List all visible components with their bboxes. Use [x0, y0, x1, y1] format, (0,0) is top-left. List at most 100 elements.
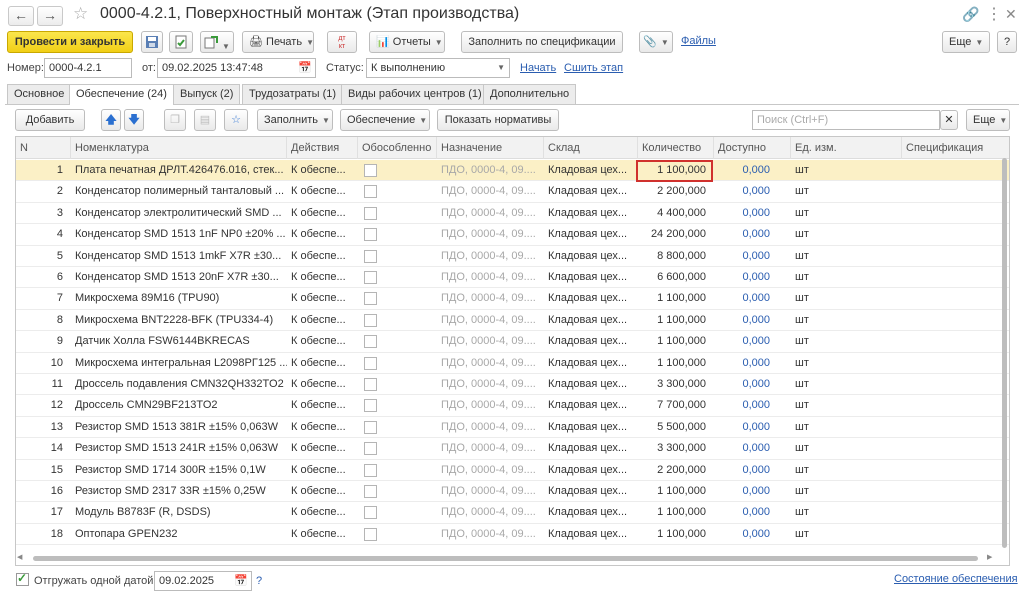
row-separate[interactable]: [358, 353, 437, 374]
row-number[interactable]: 17: [16, 502, 67, 523]
row-nomenclature[interactable]: Дроссель подавления CMN32QH332TO2: [71, 374, 287, 395]
row-unit[interactable]: шт: [791, 331, 902, 352]
row-available[interactable]: 0,000: [714, 438, 774, 459]
calendar-icon[interactable]: 📅: [298, 59, 312, 77]
row-unit[interactable]: шт: [791, 502, 902, 523]
row-separate[interactable]: [358, 288, 437, 309]
separate-checkbox[interactable]: [364, 485, 377, 498]
tab-additional[interactable]: Дополнительно: [483, 84, 577, 104]
table-row[interactable]: 17 Модуль B8783F (R, DSDS) К обеспе... ПДО,…: [16, 502, 1009, 524]
link-icon[interactable]: 🔗: [962, 6, 979, 23]
col-destination[interactable]: Назначение: [437, 137, 544, 159]
row-specification[interactable]: [902, 502, 1009, 523]
row-quantity[interactable]: 6 600,000: [638, 267, 710, 288]
table-row[interactable]: 16 Резистор SMD 2317 33R ±15% 0,25W К обес…: [16, 481, 1009, 503]
row-warehouse[interactable]: Кладовая цех...: [544, 524, 638, 545]
row-destination[interactable]: ПДО, 0000-4, 09....: [437, 502, 544, 523]
row-number[interactable]: 6: [16, 267, 67, 288]
fill-by-spec-button[interactable]: Заполнить по спецификации: [461, 31, 623, 53]
row-nomenclature[interactable]: Конденсатор SMD 1513 1mkF X7R ±30...: [71, 246, 287, 267]
row-action[interactable]: К обеспе...: [287, 524, 358, 545]
row-specification[interactable]: [902, 374, 1009, 395]
row-unit[interactable]: шт: [791, 160, 902, 181]
row-number[interactable]: 9: [16, 331, 67, 352]
row-quantity[interactable]: 1 100,000: [638, 331, 710, 352]
col-quantity[interactable]: Количество: [638, 137, 714, 159]
copy-button[interactable]: ❐: [164, 109, 186, 131]
row-available[interactable]: 0,000: [714, 288, 774, 309]
row-unit[interactable]: шт: [791, 481, 902, 502]
start-link[interactable]: Начать: [520, 62, 556, 74]
tab-work-centers[interactable]: Виды рабочих центров (1): [341, 84, 489, 104]
table-row[interactable]: 10 Микросхема интегральная L2098РГ125 ...…: [16, 353, 1009, 374]
row-quantity[interactable]: 1 100,000: [638, 288, 710, 309]
row-specification[interactable]: [902, 288, 1009, 309]
col-actions[interactable]: Действия: [287, 137, 358, 159]
row-warehouse[interactable]: Кладовая цех...: [544, 224, 638, 245]
show-norms-button[interactable]: Показать нормативы: [437, 109, 559, 131]
row-warehouse[interactable]: Кладовая цех...: [544, 267, 638, 288]
clear-search-button[interactable]: ✕: [940, 110, 958, 130]
row-quantity[interactable]: 1 100,000: [638, 353, 710, 374]
row-warehouse[interactable]: Кладовая цех...: [544, 417, 638, 438]
row-available[interactable]: 0,000: [714, 203, 774, 224]
row-unit[interactable]: шт: [791, 288, 902, 309]
row-warehouse[interactable]: Кладовая цех...: [544, 460, 638, 481]
row-destination[interactable]: ПДО, 0000-4, 09....: [437, 460, 544, 481]
row-action[interactable]: К обеспе...: [287, 224, 358, 245]
row-quantity[interactable]: 3 300,000: [638, 438, 710, 459]
attach-button[interactable]: 📎 ▼: [639, 31, 673, 53]
help-button[interactable]: ?: [997, 31, 1017, 53]
row-warehouse[interactable]: Кладовая цех...: [544, 502, 638, 523]
row-unit[interactable]: шт: [791, 353, 902, 374]
row-number[interactable]: 15: [16, 460, 67, 481]
table-row[interactable]: 15 Резистор SMD 1714 300R ±15% 0,1W К обес…: [16, 460, 1009, 481]
row-unit[interactable]: шт: [791, 310, 902, 331]
vertical-scrollbar[interactable]: [1001, 158, 1009, 550]
row-action[interactable]: К обеспе...: [287, 181, 358, 202]
row-available[interactable]: 0,000: [714, 417, 774, 438]
separate-checkbox[interactable]: [364, 164, 377, 177]
separate-checkbox[interactable]: [364, 228, 377, 242]
row-available[interactable]: 0,000: [714, 181, 774, 202]
row-warehouse[interactable]: Кладовая цех...: [544, 438, 638, 459]
row-action[interactable]: К обеспе...: [287, 438, 358, 459]
separate-checkbox[interactable]: [364, 399, 377, 413]
row-unit[interactable]: шт: [791, 524, 902, 545]
row-number[interactable]: 4: [16, 224, 67, 245]
vertical-scroll-thumb[interactable]: [1002, 158, 1007, 548]
horizontal-scroll-thumb[interactable]: [33, 556, 978, 561]
row-available[interactable]: 0,000: [714, 331, 774, 352]
row-available[interactable]: 0,000: [714, 246, 774, 267]
split-stage-link[interactable]: Сшить этап: [564, 62, 623, 74]
col-separate[interactable]: Обособленно: [358, 137, 437, 159]
row-nomenclature[interactable]: Резистор SMD 1513 381R ±15% 0,063W: [71, 417, 287, 438]
row-warehouse[interactable]: Кладовая цех...: [544, 181, 638, 202]
separate-checkbox[interactable]: [364, 292, 377, 306]
row-destination[interactable]: ПДО, 0000-4, 09....: [437, 374, 544, 395]
row-warehouse[interactable]: Кладовая цех...: [544, 395, 638, 416]
table-row[interactable]: 13 Резистор SMD 1513 381R ±15% 0,063W К об…: [16, 417, 1009, 439]
row-specification[interactable]: [902, 353, 1009, 374]
row-specification[interactable]: [902, 267, 1009, 288]
row-action[interactable]: К обеспе...: [287, 310, 358, 331]
row-quantity[interactable]: 3 300,000: [638, 374, 710, 395]
row-action[interactable]: К обеспе...: [287, 288, 358, 309]
row-quantity[interactable]: 2 200,000: [638, 181, 710, 202]
row-specification[interactable]: [902, 181, 1009, 202]
dt-kt-button[interactable]: дт кт: [327, 31, 357, 53]
col-unit[interactable]: Ед. изм.: [791, 137, 902, 159]
separate-checkbox[interactable]: [364, 313, 377, 327]
row-nomenclature[interactable]: Дроссель CMN29BF213TO2: [71, 395, 287, 416]
row-destination[interactable]: ПДО, 0000-4, 09....: [437, 353, 544, 374]
row-warehouse[interactable]: Кладовая цех...: [544, 288, 638, 309]
row-separate[interactable]: [358, 310, 437, 331]
row-nomenclature[interactable]: Модуль B8783F (R, DSDS): [71, 502, 287, 523]
row-available[interactable]: 0,000: [714, 310, 774, 331]
row-unit[interactable]: шт: [791, 224, 902, 245]
row-available[interactable]: 0,000: [714, 395, 774, 416]
row-warehouse[interactable]: Кладовая цех...: [544, 374, 638, 395]
row-warehouse[interactable]: Кладовая цех...: [544, 331, 638, 352]
provision-status-link[interactable]: Состояние обеспечения: [894, 573, 1018, 585]
table-row[interactable]: 3 Конденсатор электролитический SMD ... К …: [16, 203, 1009, 225]
